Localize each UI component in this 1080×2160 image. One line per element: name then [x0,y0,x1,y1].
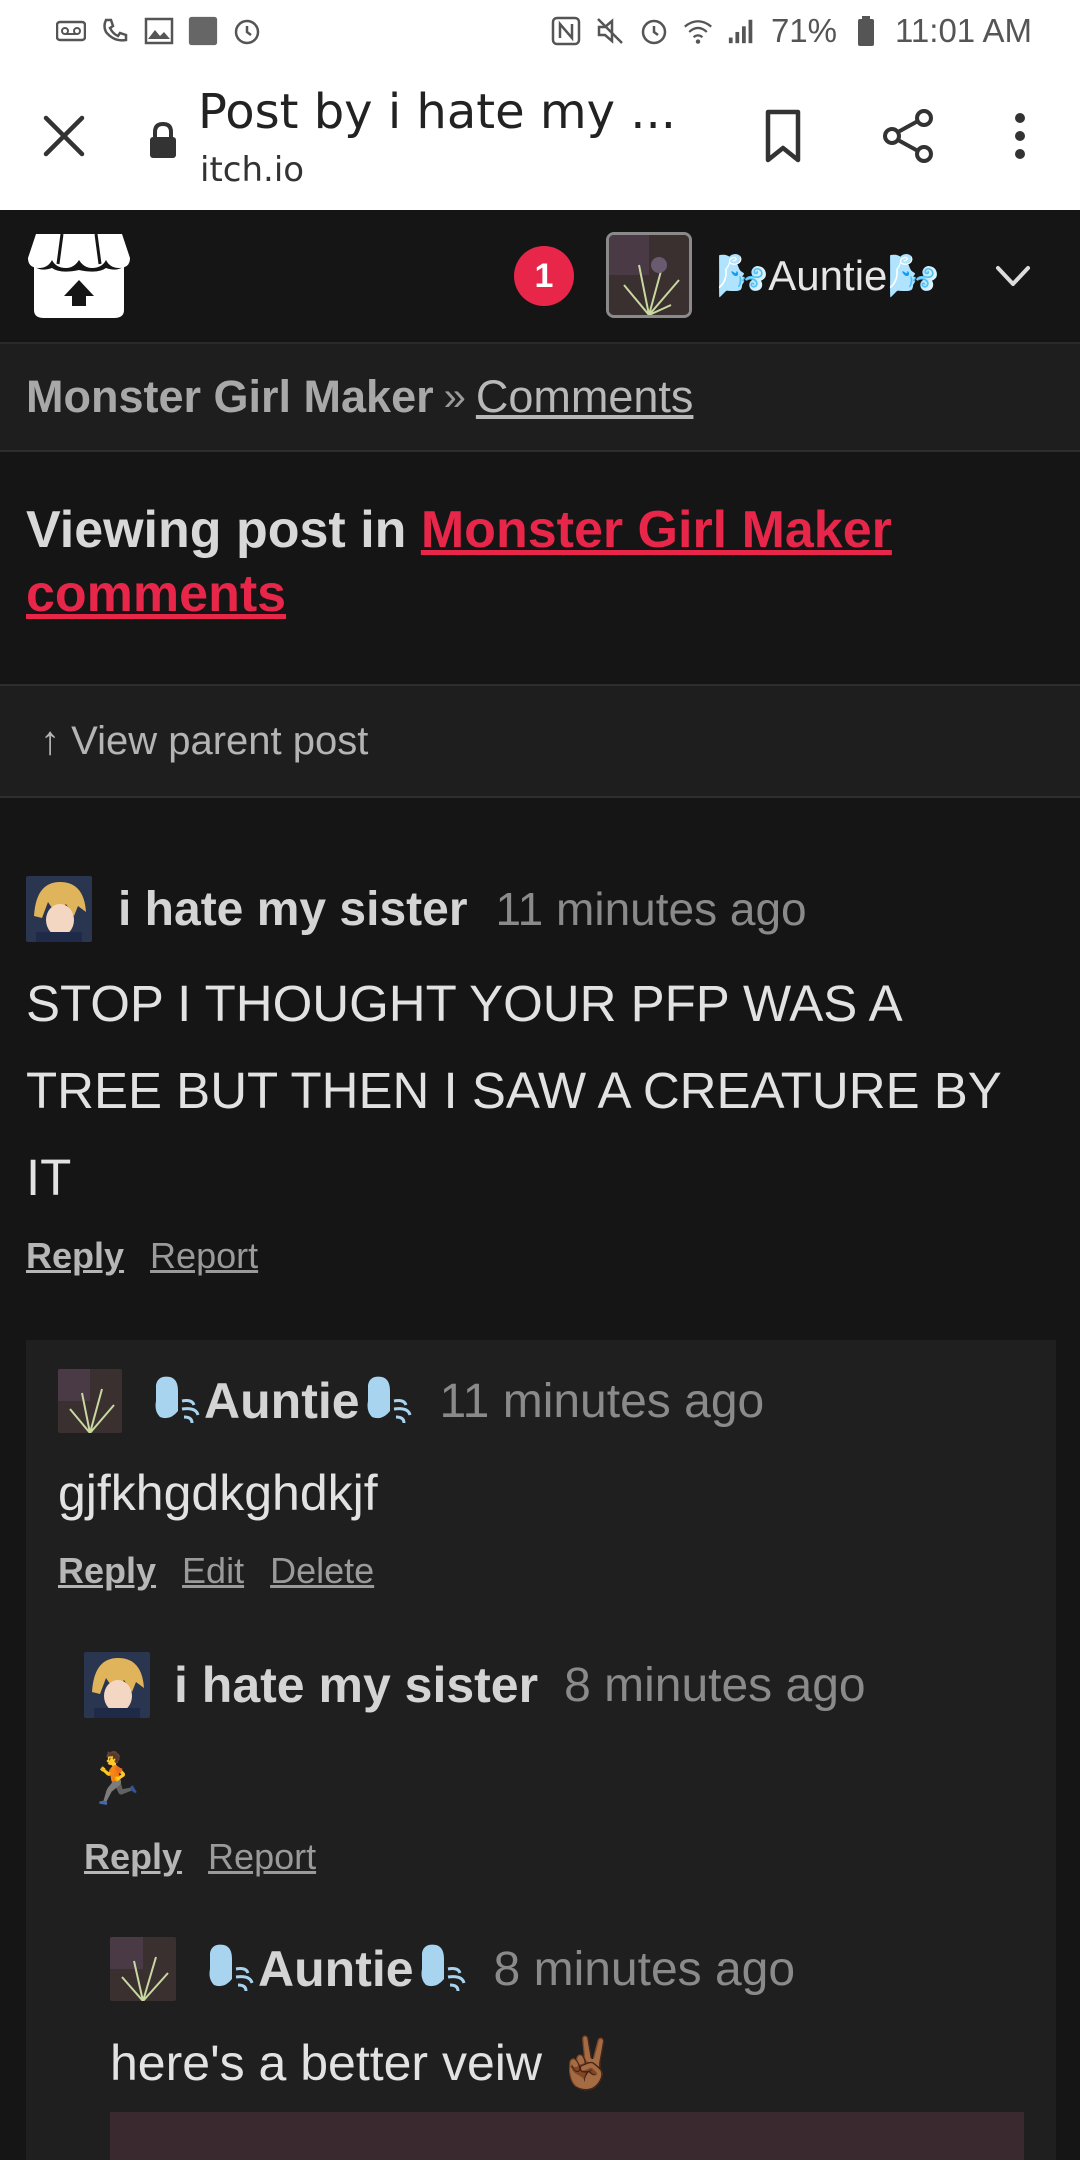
notification-badge[interactable]: 1 [514,246,574,306]
comment: i hate my sister 8 minutes ago 🏃 Reply R… [84,1650,1044,1878]
status-bar: 71% 11:01 AM [0,0,1080,62]
delete-link[interactable]: Delete [270,1550,374,1592]
comment: i hate my sister 11 minutes ago STOP I T… [26,874,1056,1277]
more-options-icon[interactable] [1000,108,1040,164]
comment-time: 8 minutes ago [493,1942,796,1996]
wind-face-icon [360,1371,416,1432]
comment-actions: Reply Report [26,1235,1056,1277]
wind-face-icon [414,1939,470,2000]
share-icon[interactable] [880,108,936,164]
reply-link[interactable]: Reply [84,1836,182,1878]
heading-prefix: Viewing post in [26,501,407,559]
comment-actions: Reply Report [84,1836,1044,1878]
close-icon[interactable] [38,110,90,162]
chevron-down-icon[interactable] [992,258,1034,294]
breadcrumb-separator: » [443,374,466,419]
avatar[interactable] [606,232,692,318]
comment: Auntie 11 minutes ago gjfkhgdkghdkjf Rep… [58,1366,1048,1592]
avatar[interactable] [58,1369,122,1433]
comment-body: STOP I THOUGHT YOUR PFP WAS A TREE BUT T… [26,975,1001,1206]
report-link[interactable]: Report [150,1235,258,1277]
viewing-post-heading: Viewing post in Monster Girl Maker comme… [26,498,1046,626]
itch-logo-icon[interactable] [26,230,132,322]
comment-body: 🏃 [84,1751,147,1807]
comment: Auntie 8 minutes ago here's a better vei… [110,1934,1040,2098]
reply-link[interactable]: Reply [58,1550,156,1592]
comment-time: 11 minutes ago [495,883,807,935]
voicemail-icon [56,16,86,46]
comment-body: gjfkhgdkghdkjf [58,1465,378,1521]
bookmark-icon[interactable] [758,108,808,164]
browser-bar: Post by i hate my ... itch.io [0,62,1080,210]
battery-icon [851,16,881,46]
wifi-icon [683,16,713,46]
comment-author[interactable]: i hate my sister [174,1656,538,1714]
avatar[interactable] [84,1652,150,1718]
clock: 11:01 AM [895,12,1032,49]
report-link[interactable]: Report [208,1836,316,1878]
battery-percent: 71% [770,12,838,49]
alarm-icon [639,16,669,46]
alarm-icon [232,16,262,46]
username[interactable]: 🌬️Auntie🌬️ [716,252,940,301]
reply-link[interactable]: Reply [26,1235,124,1277]
breadcrumb-game[interactable]: Monster Girl Maker [26,371,434,423]
breadcrumb-comments-link[interactable]: Comments [476,371,694,423]
comment-time: 11 minutes ago [439,1374,765,1428]
view-parent-post-link[interactable]: ↑ View parent post [0,684,1080,798]
comment-author[interactable]: i hate my sister [118,882,468,937]
missed-call-icon [100,16,130,46]
avatar[interactable] [110,1937,176,2001]
url-text[interactable]: itch.io [200,150,304,190]
comment-actions: Reply Edit Delete [58,1550,1048,1592]
page-title: Post by i hate my ... [198,84,677,140]
mute-icon [595,16,625,46]
app-icon [188,16,218,46]
signal-icon [727,16,757,46]
wind-face-icon [148,1371,204,1432]
breadcrumb: Monster Girl Maker » Comments [0,342,1080,452]
avatar[interactable] [26,876,92,942]
nfc-icon [551,16,581,46]
comment-author[interactable]: Auntie [204,1372,360,1430]
attached-image[interactable] [110,2112,1024,2160]
comment-time: 8 minutes ago [564,1658,866,1712]
comment-author[interactable]: Auntie [258,1940,414,1998]
comment-body: here's a better veiw ✌🏾 [110,2035,619,2091]
gallery-icon [144,16,174,46]
wind-face-icon [202,1939,258,2000]
lock-icon [148,120,178,160]
edit-link[interactable]: Edit [182,1550,244,1592]
